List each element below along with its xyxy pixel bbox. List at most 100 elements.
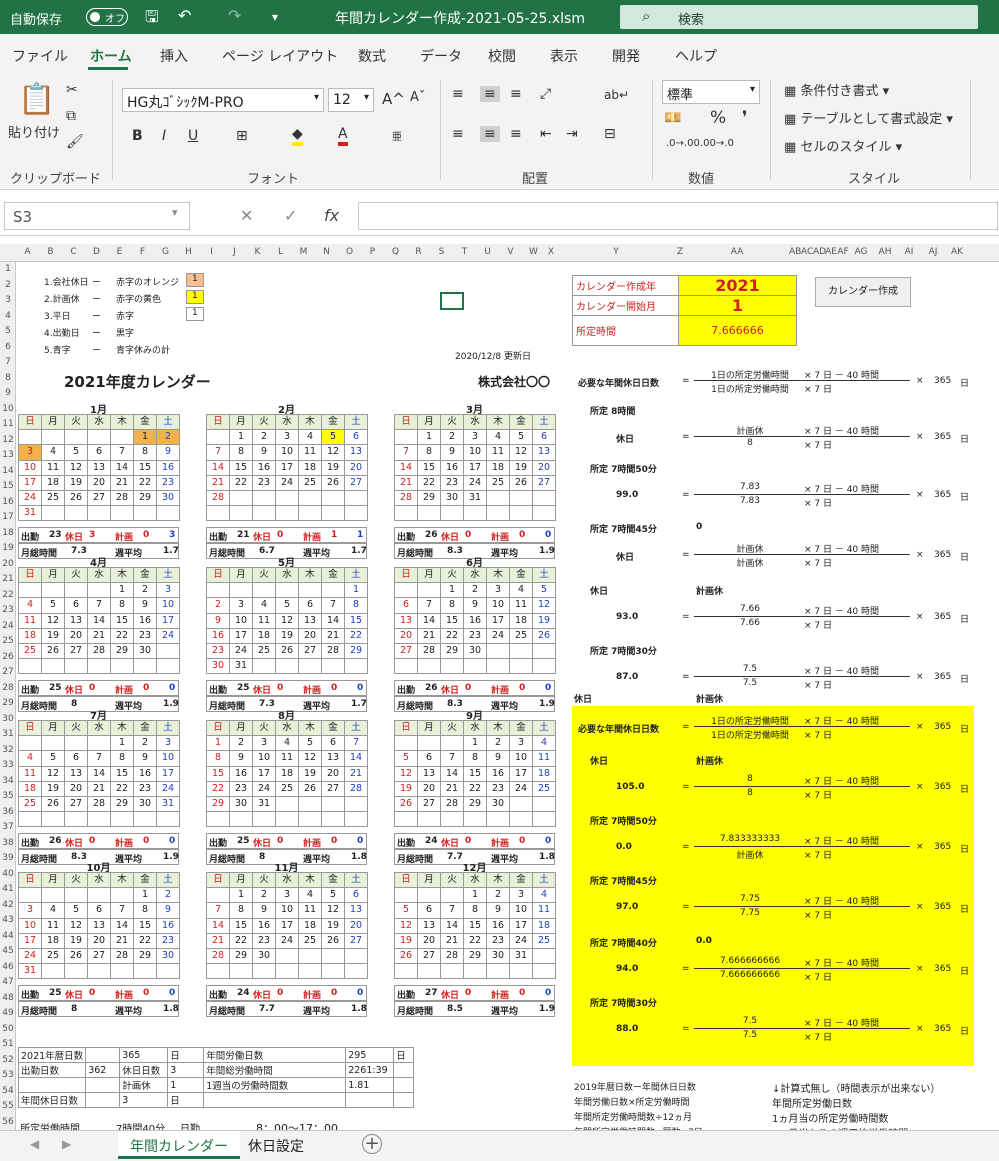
day-cell[interactable]: 6: [87, 444, 111, 461]
row-header[interactable]: 14: [0, 466, 16, 476]
row-header[interactable]: 18: [0, 528, 16, 538]
day-cell[interactable]: 25: [41, 489, 65, 507]
day-cell[interactable]: 4: [252, 597, 276, 614]
column-header[interactable]: B: [39, 247, 62, 257]
row-header[interactable]: 17: [0, 512, 16, 522]
day-cell[interactable]: 2: [133, 735, 157, 752]
wrap-text-icon[interactable]: ab↵: [604, 88, 629, 102]
day-cell[interactable]: [532, 811, 556, 828]
column-header[interactable]: S: [430, 247, 453, 257]
day-cell[interactable]: 2: [133, 582, 157, 599]
copy-icon[interactable]: ⧉: [66, 108, 76, 124]
cut-icon[interactable]: ✂: [66, 82, 78, 98]
day-cell[interactable]: 10: [275, 444, 299, 461]
day-cell[interactable]: 30: [229, 795, 253, 813]
day-cell[interactable]: 5: [41, 750, 65, 767]
row-header[interactable]: 50: [0, 1024, 16, 1034]
day-cell[interactable]: 6: [64, 597, 88, 614]
underline-icon[interactable]: U: [188, 128, 198, 144]
row-header[interactable]: 1: [0, 264, 16, 274]
row-header[interactable]: 56: [0, 1117, 16, 1127]
day-cell[interactable]: 16: [463, 612, 487, 629]
day-cell[interactable]: 12: [394, 765, 418, 782]
row-header[interactable]: 12: [0, 435, 16, 445]
increase-indent-icon[interactable]: ⇥: [566, 126, 578, 142]
day-cell[interactable]: 6: [344, 429, 368, 446]
day-cell[interactable]: 17: [463, 459, 487, 476]
row-header[interactable]: 41: [0, 884, 16, 894]
day-cell[interactable]: 19: [41, 627, 65, 644]
day-cell[interactable]: [229, 811, 253, 828]
day-cell[interactable]: 4: [532, 887, 556, 904]
create-calendar-button[interactable]: カレンダー作成: [815, 277, 911, 307]
day-cell[interactable]: 20: [64, 627, 88, 644]
day-cell[interactable]: 9: [252, 902, 276, 919]
day-cell[interactable]: [463, 963, 487, 980]
day-cell[interactable]: 23: [486, 932, 510, 949]
day-cell[interactable]: 13: [344, 444, 368, 461]
day-cell[interactable]: [64, 811, 88, 828]
font-size-select[interactable]: 12 ▾: [328, 88, 374, 112]
day-cell[interactable]: [133, 811, 157, 828]
day-cell[interactable]: [321, 505, 345, 522]
day-cell[interactable]: 6: [417, 902, 441, 919]
day-cell[interactable]: 19: [509, 459, 533, 476]
column-header[interactable]: AB: [789, 247, 801, 257]
day-cell[interactable]: 14: [417, 612, 441, 629]
column-header[interactable]: AK: [945, 247, 969, 257]
day-cell[interactable]: [509, 658, 533, 675]
day-cell[interactable]: 22: [344, 627, 368, 644]
day-cell[interactable]: 13: [417, 765, 441, 782]
day-cell[interactable]: [394, 429, 418, 446]
day-cell[interactable]: 5: [64, 444, 88, 461]
day-cell[interactable]: [275, 489, 299, 507]
column-header[interactable]: F: [131, 247, 154, 257]
day-cell[interactable]: 12: [298, 750, 322, 767]
day-cell[interactable]: 20: [532, 459, 556, 476]
day-cell[interactable]: 5: [394, 750, 418, 767]
day-cell[interactable]: 13: [64, 612, 88, 629]
format-as-table-button[interactable]: ▦ テーブルとして書式設定 ▾: [784, 108, 953, 127]
day-cell[interactable]: [275, 963, 299, 980]
day-cell[interactable]: 15: [463, 917, 487, 934]
day-cell[interactable]: 7: [440, 750, 464, 767]
tab-holiday-settings[interactable]: 休日設定: [236, 1131, 316, 1159]
day-cell[interactable]: 13: [87, 459, 111, 476]
day-cell[interactable]: 29: [440, 642, 464, 660]
day-cell[interactable]: 16: [229, 765, 253, 782]
day-cell[interactable]: 6: [532, 429, 556, 446]
day-cell[interactable]: 11: [41, 917, 65, 934]
column-header[interactable]: AD: [813, 247, 826, 257]
day-cell[interactable]: 29: [133, 489, 157, 507]
day-cell[interactable]: 3: [509, 735, 533, 752]
day-cell[interactable]: [156, 811, 180, 828]
day-cell[interactable]: [417, 963, 441, 980]
day-cell[interactable]: 28: [110, 947, 134, 965]
increase-decimal-icon[interactable]: .0→.00: [666, 138, 700, 149]
row-header[interactable]: 36: [0, 807, 16, 817]
day-cell[interactable]: [206, 429, 230, 446]
day-cell[interactable]: [18, 887, 42, 904]
day-cell[interactable]: 25: [275, 780, 299, 797]
day-cell[interactable]: 22: [229, 474, 253, 491]
column-header[interactable]: X: [545, 247, 557, 257]
day-cell[interactable]: 27: [87, 489, 111, 507]
day-cell[interactable]: 3: [156, 582, 180, 599]
day-cell[interactable]: 12: [41, 612, 65, 629]
day-cell[interactable]: 17: [18, 474, 42, 491]
day-cell[interactable]: 28: [440, 795, 464, 813]
decrease-indent-icon[interactable]: ⇤: [540, 126, 552, 142]
conditional-format-button[interactable]: ▦ 条件付き書式 ▾: [784, 80, 889, 99]
font-name-select[interactable]: HG丸ｺﾞｼｯｸM-PRO ▾: [122, 88, 324, 112]
day-cell[interactable]: 5: [64, 902, 88, 919]
day-cell[interactable]: [41, 887, 65, 904]
day-cell[interactable]: [64, 887, 88, 904]
day-cell[interactable]: [321, 947, 345, 965]
day-cell[interactable]: 24: [509, 780, 533, 797]
day-cell[interactable]: 12: [509, 444, 533, 461]
currency-icon[interactable]: 💴: [664, 110, 681, 126]
day-cell[interactable]: 10: [252, 750, 276, 767]
day-cell[interactable]: 4: [18, 597, 42, 614]
day-cell[interactable]: 22: [133, 932, 157, 949]
row-header[interactable]: 20: [0, 559, 16, 569]
